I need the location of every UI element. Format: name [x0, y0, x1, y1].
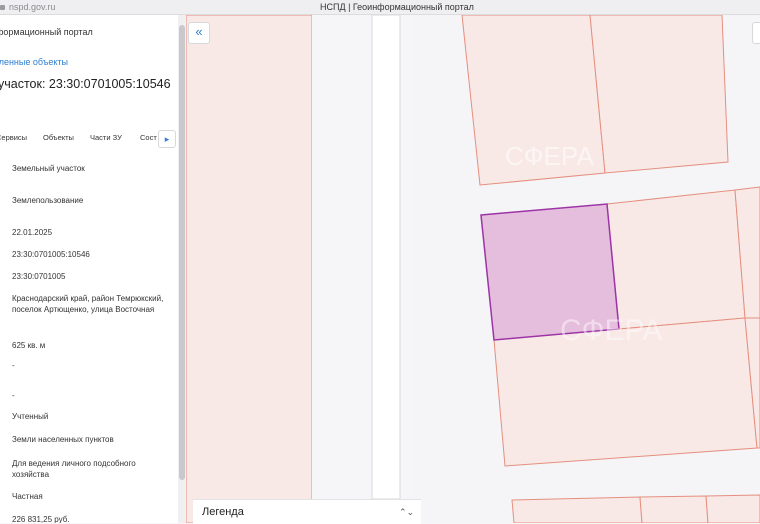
- field-cadastral-value: 226 831,25 руб.: [12, 515, 70, 523]
- parcel-left[interactable]: [186, 15, 313, 523]
- field-date: 22.01.2025: [12, 228, 53, 237]
- cadastral-map: СФЕРА СФЕРА: [186, 15, 760, 523]
- field-ownership: Частная: [12, 492, 43, 501]
- legend-label: Легенда: [202, 506, 244, 518]
- field-cadastral-number: 23:30:0701005:10546: [12, 250, 90, 259]
- lock-icon: [0, 5, 5, 11]
- field-empty-1: -: [12, 361, 15, 370]
- portal-title: формационный портал: [0, 27, 93, 37]
- panel-tabs: Сервисы Объекты Части ЗУ Сост ▸: [0, 130, 178, 148]
- url-text: nspd.gov.ru: [9, 2, 56, 12]
- field-kind: Землепользование: [12, 196, 84, 205]
- tabs-more-button[interactable]: ▸: [158, 130, 176, 148]
- parcel-top-2[interactable]: [589, 15, 729, 174]
- browser-tab-title: НСПД | Геоинформационный портал: [320, 2, 474, 12]
- info-panel: формационный портал еленные объекты учас…: [0, 15, 178, 523]
- field-object-type: Земельный участок: [12, 164, 85, 173]
- field-permitted-use: Для ведения личного подсобного хозяйства: [12, 459, 136, 479]
- browser-bar: nspd.gov.ru НСПД | Геоинформационный пор…: [0, 0, 760, 15]
- map-canvas[interactable]: СФЕРА СФЕРА: [186, 15, 760, 523]
- parcel-right-1[interactable]: [606, 189, 746, 330]
- tab-services[interactable]: Сервисы: [0, 133, 27, 142]
- road-strip: [371, 15, 401, 500]
- legend-toggle-icon[interactable]: ⌃⌄: [399, 500, 414, 524]
- scrollbar-thumb[interactable]: [179, 25, 185, 480]
- collapse-panel-button[interactable]: «: [188, 22, 210, 44]
- field-land-category: Земли населенных пунктов: [12, 435, 114, 444]
- parcel-bottom-4[interactable]: [705, 494, 760, 523]
- panel-scrollbar[interactable]: [178, 15, 186, 523]
- tab-state[interactable]: Сост: [140, 133, 157, 142]
- field-area: 625 кв. м: [12, 341, 46, 350]
- field-status: Учтенный: [12, 412, 49, 421]
- tab-parcel-parts[interactable]: Части ЗУ: [90, 133, 122, 142]
- map-watermark-2: СФЕРА: [560, 314, 663, 347]
- address-bar[interactable]: nspd.gov.ru: [0, 0, 55, 14]
- parcel-heading: участок: 23:30:0701005:10546: [0, 77, 171, 91]
- tab-objects[interactable]: Объекты: [43, 133, 74, 142]
- field-address: Краснодарский край, район Темрюкский, по…: [12, 294, 164, 314]
- field-empty-2: -: [12, 391, 15, 400]
- selected-objects-link[interactable]: еленные объекты: [0, 57, 68, 67]
- parcel-bottom-3[interactable]: [639, 495, 709, 523]
- map-control-button[interactable]: [752, 22, 760, 44]
- legend-panel[interactable]: Легенда ⌃⌄: [193, 499, 421, 524]
- map-watermark-1: СФЕРА: [505, 141, 594, 171]
- parcel-bottom-2[interactable]: [511, 496, 643, 523]
- field-quarter: 23:30:0701005: [12, 272, 66, 281]
